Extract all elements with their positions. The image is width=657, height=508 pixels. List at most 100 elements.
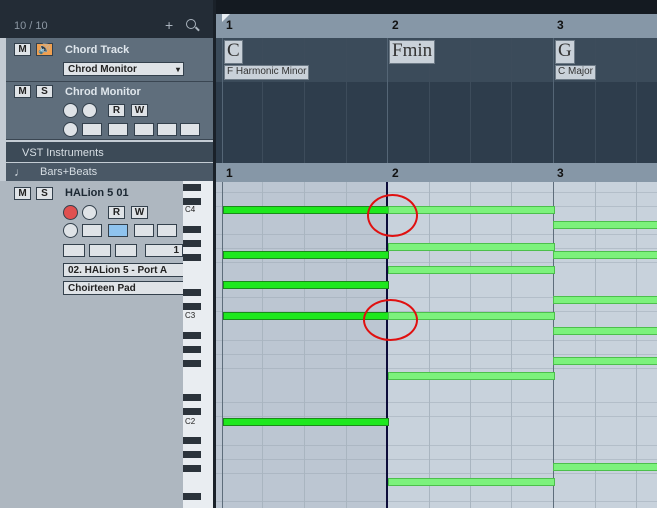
midi-note[interactable] xyxy=(553,357,657,365)
lock-icon[interactable] xyxy=(89,244,111,257)
key-label-c3: C3 xyxy=(185,311,196,320)
black-key[interactable] xyxy=(183,437,201,444)
vst-instruments-folder[interactable]: VST Instruments xyxy=(6,142,216,162)
record-enable-icon[interactable] xyxy=(63,205,78,220)
chord-monitor-select[interactable]: Chrod Monitor ▾ xyxy=(63,62,184,76)
chord-monitor-read-button[interactable]: R xyxy=(108,104,125,117)
midi-note[interactable] xyxy=(388,372,555,380)
chord-event-c[interactable]: C xyxy=(224,40,243,64)
bars-beats-row[interactable]: ♩ Bars+Beats xyxy=(6,163,216,181)
left-locator-marker[interactable] xyxy=(222,14,230,22)
scale-event-f-harmonic-minor[interactable]: F Harmonic Minor xyxy=(224,65,310,80)
program-value: Choirteen Pad xyxy=(68,283,136,294)
midi-note[interactable] xyxy=(553,221,657,229)
halion-mute-button[interactable]: M xyxy=(14,187,31,200)
midi-note[interactable] xyxy=(553,327,657,335)
editor-ruler[interactable]: 1 2 3 xyxy=(216,163,657,182)
program-select[interactable]: Choirteen Pad xyxy=(63,281,184,295)
project-ruler[interactable]: 1 2 3 xyxy=(216,14,657,38)
midi-note[interactable] xyxy=(388,243,555,251)
add-track-icon[interactable]: + xyxy=(165,17,173,33)
black-key[interactable] xyxy=(183,465,201,472)
chord-monitor-track-name: Chrod Monitor xyxy=(65,86,141,98)
midi-note[interactable] xyxy=(223,206,389,214)
insert-icon[interactable] xyxy=(134,224,154,237)
bar-line xyxy=(387,38,388,163)
black-key[interactable] xyxy=(183,289,201,296)
midi-note[interactable] xyxy=(388,478,555,486)
beat-line xyxy=(346,38,347,163)
midi-note[interactable] xyxy=(553,251,657,259)
black-key[interactable] xyxy=(183,408,201,415)
black-key[interactable] xyxy=(183,332,201,339)
chord-follow-icon[interactable] xyxy=(82,123,102,136)
grid-lines xyxy=(216,182,657,508)
black-key[interactable] xyxy=(183,198,201,205)
black-key[interactable] xyxy=(183,394,201,401)
output-routing-select[interactable]: 02. HALion 5 - Port A xyxy=(63,263,184,277)
eq-icon[interactable] xyxy=(157,224,177,237)
key-label-c4: C4 xyxy=(185,205,196,214)
black-key[interactable] xyxy=(183,226,201,233)
lane-icon[interactable] xyxy=(108,123,128,136)
chord-event-g[interactable]: G xyxy=(555,40,575,64)
chord-monitor-write-button[interactable]: W xyxy=(131,104,148,117)
chord-follow-icon[interactable] xyxy=(82,224,102,237)
black-key[interactable] xyxy=(183,360,201,367)
black-key[interactable] xyxy=(183,184,201,191)
piano-keyboard[interactable]: C4 C3 C2 xyxy=(183,181,216,508)
search-icon[interactable] xyxy=(186,19,196,29)
midi-note[interactable] xyxy=(553,296,657,304)
chord-track-name: Chord Track xyxy=(65,44,130,56)
annotation-circle xyxy=(363,299,418,341)
scale-event-c-major[interactable]: C Major xyxy=(555,65,597,80)
chord-monitor-select-value: Chrod Monitor xyxy=(68,64,137,75)
midi-note[interactable] xyxy=(553,463,657,471)
midi-note[interactable] xyxy=(223,251,389,259)
beat-line xyxy=(511,182,512,508)
chord-event-fmin[interactable]: Fmin xyxy=(389,40,436,64)
chord-track-mute-button[interactable]: M xyxy=(14,43,31,56)
bar-line xyxy=(222,38,223,163)
monitor-icon[interactable] xyxy=(82,103,97,118)
pencil-icon[interactable] xyxy=(63,244,85,257)
halion-write-button[interactable]: W xyxy=(131,206,148,219)
monitor-icon[interactable] xyxy=(82,205,97,220)
black-key[interactable] xyxy=(183,240,201,247)
black-key[interactable] xyxy=(183,303,201,310)
black-key[interactable] xyxy=(183,346,201,353)
chord-monitor-mute-button[interactable]: M xyxy=(14,85,31,98)
sends-icon[interactable] xyxy=(180,123,200,136)
beat-line xyxy=(595,182,596,508)
chord-monitor-solo-button[interactable]: S xyxy=(36,85,53,98)
bar-line xyxy=(553,38,554,163)
keyboard-icon[interactable] xyxy=(115,244,137,257)
ruler-bar-1: 1 xyxy=(226,166,233,180)
midi-note[interactable] xyxy=(388,266,555,274)
bar-line xyxy=(553,182,554,508)
beat-line xyxy=(470,38,471,163)
beat-line xyxy=(511,38,512,163)
edit-instrument-icon[interactable] xyxy=(63,122,78,137)
eq-icon[interactable] xyxy=(157,123,177,136)
beat-line xyxy=(636,38,637,163)
halion-read-button[interactable]: R xyxy=(108,206,125,219)
midi-note[interactable] xyxy=(223,418,389,426)
ruler-bar-3: 3 xyxy=(557,18,564,32)
lane-icon[interactable] xyxy=(108,224,128,237)
speaker-icon[interactable]: 🔊 xyxy=(36,43,53,56)
edit-instrument-icon[interactable] xyxy=(63,223,78,238)
beat-line xyxy=(346,182,347,508)
halion-solo-button[interactable]: S xyxy=(36,187,53,200)
black-key[interactable] xyxy=(183,451,201,458)
overview-bar xyxy=(216,0,657,14)
insert-icon[interactable] xyxy=(134,123,154,136)
beat-line xyxy=(262,182,263,508)
midi-note[interactable] xyxy=(223,281,389,289)
midi-channel-field[interactable]: 1 xyxy=(145,244,183,257)
black-key[interactable] xyxy=(183,254,201,261)
record-enable-icon[interactable] xyxy=(63,103,78,118)
beat-line xyxy=(636,182,637,508)
black-key[interactable] xyxy=(183,493,201,500)
beat-line xyxy=(304,38,305,163)
